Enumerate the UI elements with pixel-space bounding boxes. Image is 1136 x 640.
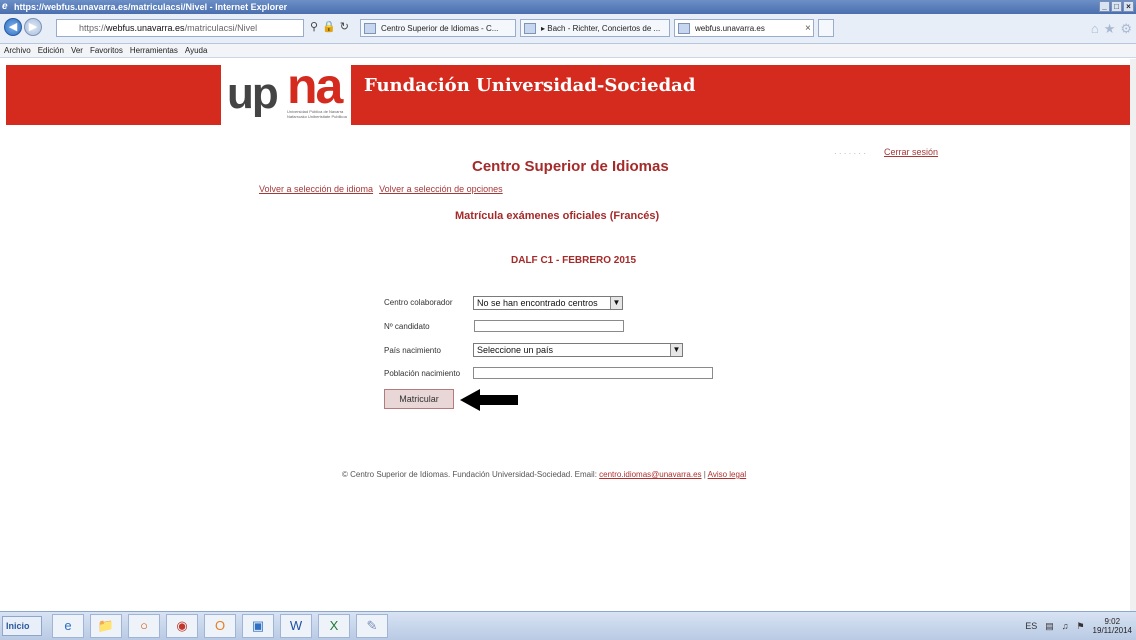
tab-centro-idiomas[interactable]: Centro Superior de Idiomas - C... xyxy=(360,19,516,37)
volume-icon[interactable]: ♫ xyxy=(1062,621,1069,631)
language-indicator[interactable]: ES xyxy=(1025,621,1037,631)
url-actions: ⚲ 🔒 ↻ xyxy=(310,20,349,33)
poblacion-input[interactable] xyxy=(473,367,713,379)
word-icon[interactable]: W xyxy=(280,614,312,638)
start-label: Inicio xyxy=(6,621,30,631)
refresh-icon[interactable]: ↻ xyxy=(340,20,349,33)
outlook-icon[interactable]: O xyxy=(204,614,236,638)
new-tab-button[interactable] xyxy=(818,19,834,37)
menu-herramientas[interactable]: Herramientas xyxy=(130,46,178,55)
page-icon xyxy=(364,23,376,34)
close-tab-button[interactable]: × xyxy=(805,23,811,34)
clock-time: 9:02 xyxy=(1104,617,1121,626)
toolbar-icons: ⌂ ★ ⚙ xyxy=(1091,21,1132,37)
centro-select[interactable]: No se han encontrado centros ▼ xyxy=(473,296,623,310)
folder-icon[interactable]: 📁 xyxy=(90,614,122,638)
exam-name: DALF C1 - FEBRERO 2015 xyxy=(511,255,637,266)
menu-edicion[interactable]: Edición xyxy=(38,46,64,55)
url-path: /matriculacsi/Nivel xyxy=(184,23,258,33)
window-controls: _ □ × xyxy=(1099,1,1134,12)
window-titlebar: e https://webfus.unavarra.es/matriculacs… xyxy=(0,0,1136,14)
candidato-input[interactable] xyxy=(474,320,624,332)
home-icon[interactable]: ⌂ xyxy=(1091,21,1099,37)
back-to-options-link[interactable]: Volver a selección de opciones xyxy=(379,184,503,194)
photo-icon[interactable]: ▣ xyxy=(242,614,274,638)
gear-icon[interactable]: ⚙ xyxy=(1120,21,1132,37)
matricular-button[interactable]: Matricular xyxy=(384,389,454,409)
start-button[interactable]: Inicio xyxy=(2,616,42,636)
legal-link[interactable]: Aviso legal xyxy=(708,470,747,479)
system-tray: ES ▤ ♫ ⚑ 9:02 19/11/2014 xyxy=(1025,617,1132,635)
menu-favoritos[interactable]: Favoritos xyxy=(90,46,123,55)
chrome-icon[interactable]: ◉ xyxy=(166,614,198,638)
logo-na: na xyxy=(287,58,343,114)
address-bar: ◀ ▶ https://webfus.unavarra.es/matricula… xyxy=(0,14,1136,44)
chevron-down-icon: ▼ xyxy=(610,297,622,309)
clock-date: 19/11/2014 xyxy=(1092,626,1132,635)
search-icon[interactable]: ⚲ xyxy=(310,20,318,33)
user-name: · · · · · · · xyxy=(834,149,866,158)
menu-archivo[interactable]: Archivo xyxy=(4,46,31,55)
maximize-button[interactable]: □ xyxy=(1111,1,1122,12)
excel-icon[interactable]: X xyxy=(318,614,350,638)
minimize-button[interactable]: _ xyxy=(1099,1,1110,12)
tab-bach[interactable]: ▸ Bach - Richter, Conciertos de ... xyxy=(520,19,670,37)
chevron-down-icon: ▼ xyxy=(670,344,682,356)
ie-tab-icon xyxy=(524,23,536,34)
favorites-star-icon[interactable]: ★ xyxy=(1104,21,1116,37)
page-subtitle: Matrícula exámenes oficiales (Francés) xyxy=(455,210,660,222)
menu-ver[interactable]: Ver xyxy=(71,46,83,55)
logo-subtext: Universidad Pública de Navarra Nafarroak… xyxy=(287,109,347,119)
arrow-annotation-icon xyxy=(460,389,518,411)
forward-button[interactable]: ▶ xyxy=(24,18,42,36)
pais-label: País nacimiento xyxy=(384,346,441,355)
ie-taskbar-icon[interactable]: e xyxy=(52,614,84,638)
browser-window: e https://webfus.unavarra.es/matriculacs… xyxy=(0,0,1136,640)
centro-label: Centro colaborador xyxy=(384,298,453,307)
url-prefix: https:// xyxy=(79,23,107,33)
menu-ayuda[interactable]: Ayuda xyxy=(185,46,208,55)
taskbar: Inicio e 📁 ○ ◉ O ▣ W X ✎ ES ▤ ♫ ⚑ 9:02 1… xyxy=(0,611,1136,640)
paint-icon[interactable]: ✎ xyxy=(356,614,388,638)
flag-icon[interactable]: ⚑ xyxy=(1076,621,1084,632)
tab-webfus[interactable]: webfus.unavarra.es xyxy=(674,19,814,37)
ie-logo-icon: e xyxy=(2,1,8,12)
vertical-scrollbar[interactable] xyxy=(1130,59,1136,611)
logout-link[interactable]: Cerrar sesión xyxy=(884,147,938,157)
page-title: Centro Superior de Idiomas xyxy=(472,158,669,175)
back-button[interactable]: ◀ xyxy=(4,18,22,36)
candidato-label: Nº candidato xyxy=(384,322,430,331)
email-link[interactable]: centro.idiomas@unavarra.es xyxy=(599,470,701,479)
page-footer: © Centro Superior de Idiomas. Fundación … xyxy=(342,470,746,479)
url-input[interactable]: https://webfus.unavarra.es/matriculacsi/… xyxy=(56,19,304,37)
ie-tab-icon xyxy=(678,23,690,34)
poblacion-label: Población nacimiento xyxy=(384,369,461,378)
media-player-icon[interactable]: ○ xyxy=(128,614,160,638)
window-title: https://webfus.unavarra.es/matriculacsi/… xyxy=(14,2,288,12)
header-title: Fundación Universidad-Sociedad xyxy=(364,75,696,96)
network-icon[interactable]: ▤ xyxy=(1045,621,1054,632)
url-domain: webfus.unavarra.es xyxy=(106,23,185,33)
footer-text: © Centro Superior de Idiomas. Fundación … xyxy=(342,470,600,479)
back-to-language-link[interactable]: Volver a selección de idioma xyxy=(259,184,373,194)
breadcrumb-links: Volver a selección de idioma Volver a sel… xyxy=(259,184,509,194)
clock[interactable]: 9:02 19/11/2014 xyxy=(1093,617,1132,635)
page-header: up na Universidad Pública de Navarra Naf… xyxy=(6,58,1130,146)
pais-select[interactable]: Seleccione un país ▼ xyxy=(473,343,683,357)
lock-icon[interactable]: 🔒 xyxy=(322,20,336,33)
menu-bar: Archivo Edición Ver Favoritos Herramient… xyxy=(0,44,1136,58)
logo-up: up xyxy=(227,69,279,118)
upna-logo[interactable]: up na Universidad Pública de Navarra Naf… xyxy=(221,58,351,146)
close-window-button[interactable]: × xyxy=(1123,1,1134,12)
